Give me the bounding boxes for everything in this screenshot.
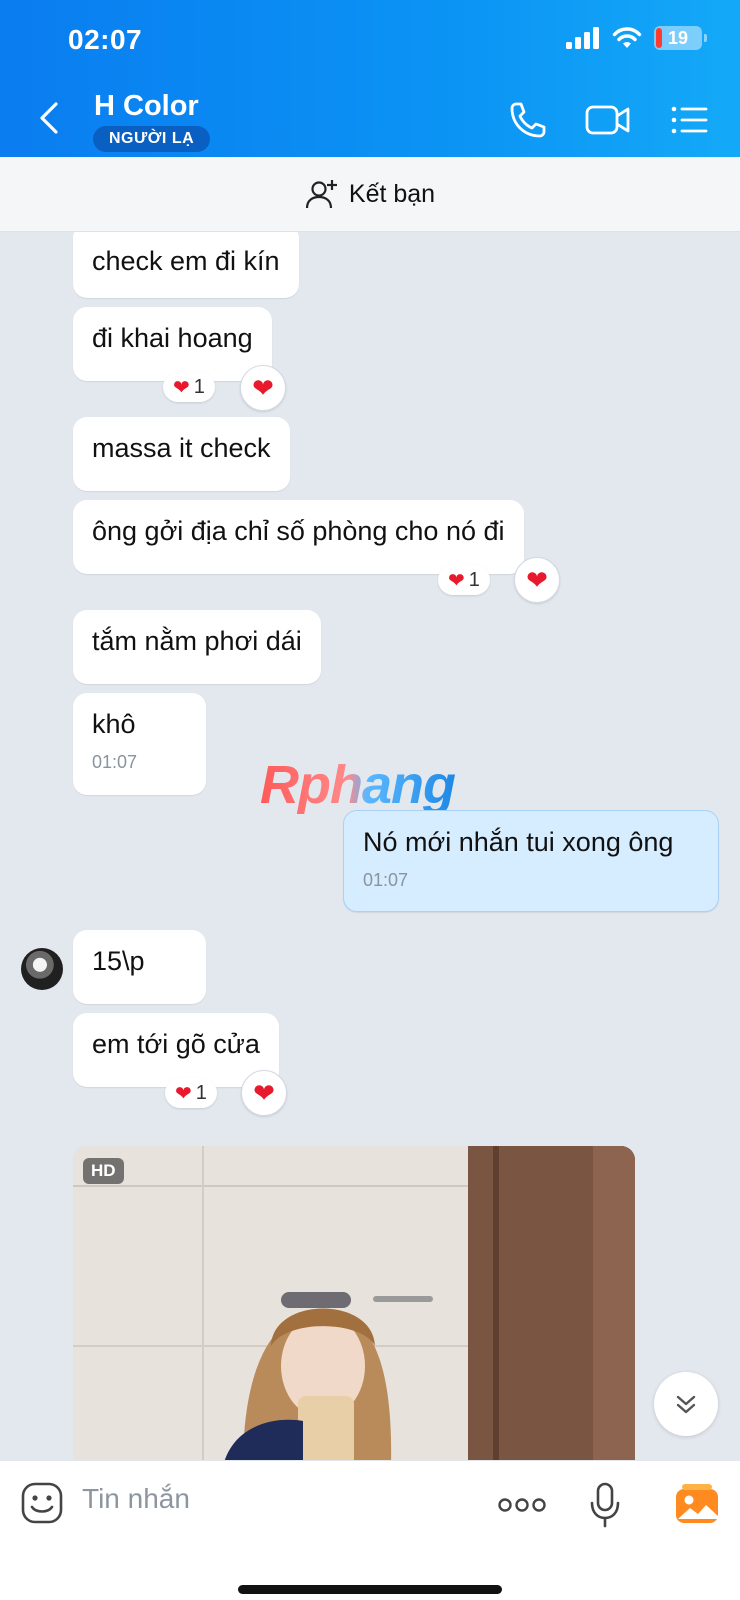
reaction-count-badge[interactable]: ❤ 1 (163, 372, 215, 402)
message-composer (0, 1460, 740, 1600)
chevron-double-down-icon (676, 1395, 696, 1414)
hd-badge: HD (83, 1158, 124, 1184)
image-gallery-icon[interactable] (674, 1483, 720, 1525)
microphone-icon[interactable] (588, 1481, 622, 1529)
message-bubble[interactable]: khô 01:07 (73, 693, 206, 795)
wifi-icon (612, 27, 642, 48)
heart-icon: ❤ (448, 569, 465, 592)
message-text: em tới gõ cửa (92, 1029, 260, 1059)
avatar[interactable] (21, 948, 63, 990)
react-heart-button[interactable]: ❤ (240, 365, 286, 411)
photo-message[interactable]: HD (73, 1146, 635, 1460)
message-bubble[interactable]: check em đi kín (73, 232, 299, 298)
reaction-count: 1 (193, 375, 205, 398)
message-bubble[interactable]: 15\p (73, 930, 206, 1004)
chat-messages[interactable]: check em đi kín đi khai hoang ❤ 1 ❤ mass… (0, 232, 740, 1460)
menu-list-icon[interactable] (668, 98, 712, 142)
sticker-emoji-icon[interactable] (20, 1481, 64, 1525)
react-heart-button[interactable]: ❤ (241, 1070, 287, 1116)
message-text: ông gởi địa chỉ số phòng cho nó đi (92, 516, 505, 546)
add-user-icon (305, 180, 337, 209)
message-text: tắm nằm phơi dái (92, 626, 302, 656)
watermark-logo: Rphang (260, 755, 456, 815)
heart-icon: ❤ (175, 1082, 192, 1105)
photo-image (73, 1146, 635, 1460)
reaction-count: 1 (195, 1081, 207, 1104)
message-bubble[interactable]: đi khai hoang (73, 307, 272, 381)
message-time: 01:07 (92, 752, 138, 772)
heart-icon: ❤ (173, 376, 190, 399)
message-input[interactable] (82, 1483, 462, 1515)
stranger-badge: NGƯỜI LẠ (93, 126, 211, 152)
reaction-count: 1 (468, 568, 480, 591)
reaction-count-badge[interactable]: ❤ 1 (165, 1078, 217, 1108)
add-friend-label: Kết bạn (348, 179, 436, 208)
contact-name[interactable]: H Color (94, 90, 199, 123)
heart-icon: ❤ (253, 1077, 275, 1108)
status-time: 02:07 (68, 24, 143, 55)
chat-header: 02:07 19 H Color NGƯỜI LẠ (0, 0, 740, 157)
heart-icon: ❤ (526, 564, 548, 595)
battery-icon: 19 (654, 26, 707, 50)
react-heart-button[interactable]: ❤ (514, 557, 560, 603)
my-message-bubble[interactable]: Nó mới nhắn tui xong ông 01:07 (343, 810, 719, 912)
message-text: 15\p (92, 946, 145, 976)
back-icon[interactable] (34, 98, 66, 138)
signal-icon (566, 27, 599, 49)
message-text: đi khai hoang (92, 323, 253, 353)
message-bubble[interactable]: tắm nằm phơi dái (73, 610, 321, 684)
message-bubble[interactable]: ông gởi địa chỉ số phòng cho nó đi (73, 500, 524, 574)
more-options-icon[interactable] (498, 1495, 546, 1515)
message-bubble[interactable]: massa it check (73, 417, 290, 491)
message-time: 01:07 (363, 870, 409, 890)
reaction-count-badge[interactable]: ❤ 1 (438, 565, 490, 595)
heart-icon: ❤ (252, 372, 274, 403)
message-text: Nó mới nhắn tui xong ông (363, 827, 674, 857)
phone-icon[interactable] (506, 98, 550, 142)
add-friend-button[interactable]: Kết bạn (0, 157, 740, 232)
message-text: khô (92, 709, 136, 739)
home-indicator (238, 1585, 502, 1594)
message-text: massa it check (92, 433, 271, 463)
video-call-icon[interactable] (584, 98, 632, 142)
message-text: check em đi kín (92, 246, 280, 276)
status-icons: 19 (566, 26, 707, 50)
scroll-down-button[interactable] (654, 1372, 718, 1436)
